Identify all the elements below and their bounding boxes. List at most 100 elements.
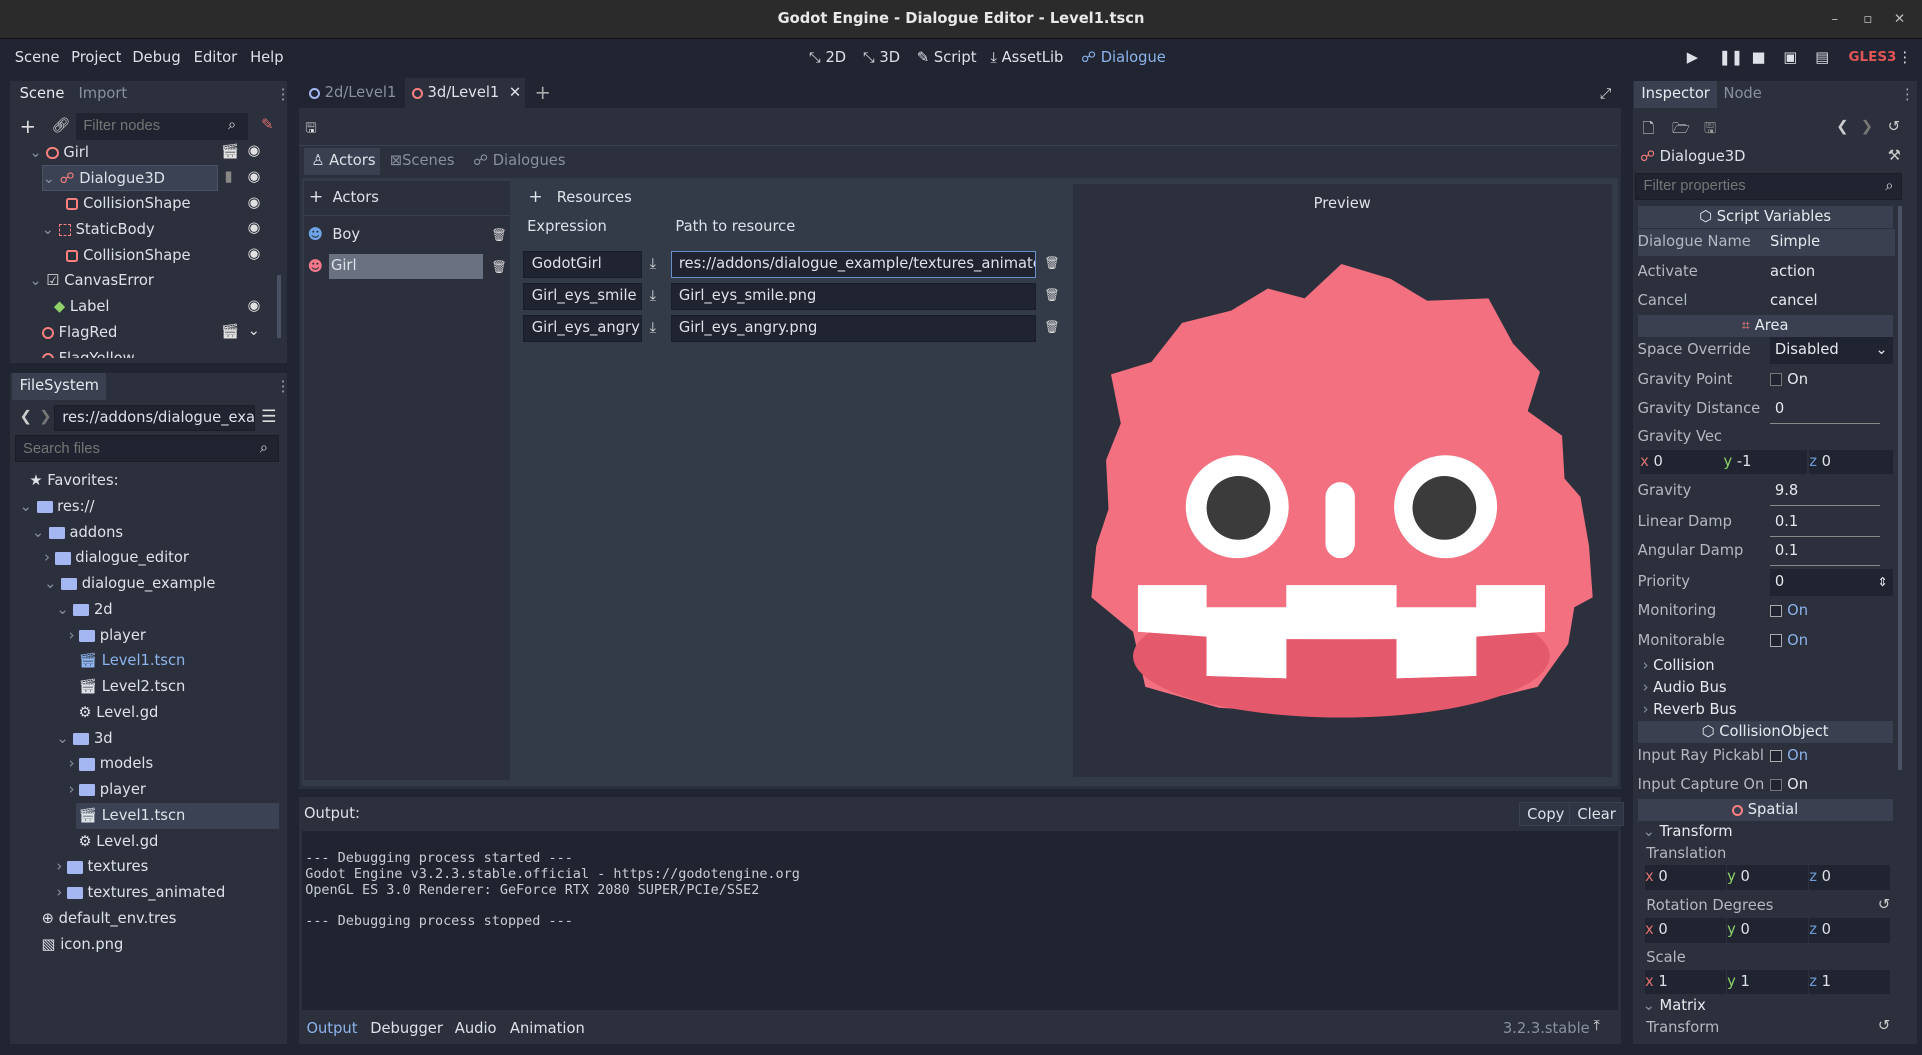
scale-y[interactable]: y 1 xyxy=(1727,969,1809,995)
open-scene-icon[interactable]: 🎬︎ xyxy=(221,322,240,340)
folder-textures-animated[interactable]: › textures_animated xyxy=(56,880,225,906)
delete-icon[interactable]: 🗑︎ xyxy=(1044,288,1060,302)
bottom-tab-animation[interactable]: Animation xyxy=(510,1020,585,1037)
delete-icon[interactable]: 🗑︎ xyxy=(492,228,508,242)
prop-linear-damp[interactable]: Linear Damp 0.1 xyxy=(1638,509,1895,537)
file-icon-png[interactable]: ▧ icon.png xyxy=(42,932,124,958)
prop-angular-damp[interactable]: Angular Damp 0.1 xyxy=(1638,538,1895,567)
spinner-icon[interactable]: ⇕ xyxy=(1877,569,1887,596)
close-window-icon[interactable]: ✕ xyxy=(1894,11,1905,27)
file-level1-2d[interactable]: 🎬︎ Level1.tscn xyxy=(78,648,185,674)
forward-icon[interactable]: ❯ xyxy=(39,408,51,425)
reset-icon[interactable]: ↺ xyxy=(1878,896,1890,913)
bottom-tab-debugger[interactable]: Debugger xyxy=(370,1020,443,1037)
prop-cancel[interactable]: Cancel cancel xyxy=(1638,288,1895,315)
workspace-script[interactable]: ✎ Script xyxy=(917,49,977,66)
stop-icon[interactable]: ■ xyxy=(1752,49,1766,66)
filter-nodes-input[interactable] xyxy=(75,112,248,140)
expression-field[interactable]: Girl_eys_angry xyxy=(523,315,643,342)
tab-scene[interactable]: Scene xyxy=(12,80,72,108)
add-tab-icon[interactable]: + xyxy=(534,81,550,104)
gravity-vec-x[interactable]: x 0 xyxy=(1640,449,1724,475)
chevron-down-icon[interactable]: ⌄ xyxy=(248,322,260,339)
expression-field[interactable]: GodotGirl xyxy=(523,251,643,279)
group-audio-bus[interactable]: › Audio Bus xyxy=(1643,679,1727,696)
gravity-vec-z[interactable]: z 0 xyxy=(1809,449,1893,475)
prop-dialogue-name[interactable]: Dialogue Name Simple xyxy=(1637,229,1896,257)
delete-icon[interactable]: 🗑︎ xyxy=(1044,320,1060,334)
add-actor-button[interactable]: + Actors xyxy=(309,186,379,208)
file-level1-3d[interactable]: 🎬︎ Level1.tscn xyxy=(75,802,280,829)
section-script-variables[interactable]: ⬡ Script Variables xyxy=(1637,205,1893,228)
tab-actors[interactable]: ♙ Actors xyxy=(303,148,380,176)
tree-node-label[interactable]: ◆ Label xyxy=(54,294,110,320)
actor-girl-name-input[interactable]: Girl xyxy=(328,253,483,280)
translation-y[interactable]: y 0 xyxy=(1727,865,1809,890)
tab-import[interactable]: Import xyxy=(71,81,134,108)
close-tab-icon[interactable]: ✕ xyxy=(509,84,521,101)
forward-icon[interactable]: ❯ xyxy=(1861,118,1873,135)
visibility-eye-icon[interactable]: ◉ xyxy=(248,142,261,159)
tree-node-flagred[interactable]: FlagRed xyxy=(41,320,117,346)
expression-field[interactable]: Girl_eys_smile xyxy=(523,283,643,311)
load-icon[interactable]: ⤓ xyxy=(650,319,657,336)
path-field[interactable]: Girl_eys_angry.png xyxy=(670,315,1036,342)
search-files-input[interactable] xyxy=(14,435,280,463)
visibility-eye-icon[interactable]: ◉ xyxy=(248,194,261,211)
tree-node-staticbody[interactable]: ⌄ StaticBody xyxy=(42,217,155,243)
checkbox-checked[interactable] xyxy=(1770,634,1783,647)
distraction-free-icon[interactable]: ⤢ xyxy=(1600,85,1612,102)
rotation-x[interactable]: x 0 xyxy=(1645,918,1726,943)
tab-3d-level1[interactable]: 3d/Level1 ✕ xyxy=(404,78,525,108)
script-attach-icon[interactable]: ✎ xyxy=(261,116,273,133)
delete-icon[interactable]: 🗑︎ xyxy=(492,260,508,274)
checkbox-checked[interactable] xyxy=(1770,749,1783,762)
scale-x[interactable]: x 1 xyxy=(1645,969,1726,995)
checkbox[interactable] xyxy=(1770,779,1783,792)
tree-node-flagyellow[interactable]: FlagYellow xyxy=(41,346,135,358)
scale-z[interactable]: z 1 xyxy=(1809,969,1891,995)
file-level-gd[interactable]: ⚙ Level.gd xyxy=(78,700,158,726)
add-resource-button[interactable]: + Resources xyxy=(528,186,631,208)
file-default-env[interactable]: ⊕ default_env.tres xyxy=(42,906,177,932)
tree-node-collisionshape[interactable]: CollisionShape xyxy=(66,191,191,217)
prop-input-capture[interactable]: Input Capture On On xyxy=(1638,772,1895,799)
path-field[interactable]: res://addons/dialogue_example/textures_a… xyxy=(670,251,1036,279)
tree-node-canvaserror[interactable]: ⌄ ☑ CanvasError xyxy=(29,268,154,294)
prop-activate[interactable]: Activate action xyxy=(1638,259,1895,286)
file-level-gd-3d[interactable]: ⚙ Level.gd xyxy=(78,829,158,855)
group-collision[interactable]: › Collision xyxy=(1643,657,1715,674)
filesystem-menu-icon[interactable]: ⋮ xyxy=(276,378,291,395)
bottom-tab-audio[interactable]: Audio xyxy=(455,1020,497,1037)
menu-scene[interactable]: Scene xyxy=(15,49,60,66)
maximize-icon[interactable]: ▫ xyxy=(1863,11,1872,27)
section-spatial[interactable]: Spatial xyxy=(1637,799,1893,822)
section-collision-object[interactable]: ⬡ CollisionObject xyxy=(1637,720,1893,743)
new-resource-icon[interactable]: 🗋︎ xyxy=(1643,118,1655,143)
visibility-eye-icon[interactable]: ◉ xyxy=(248,245,261,262)
translation-z[interactable]: z 0 xyxy=(1809,865,1891,890)
folder-res[interactable]: ⌄ res:// xyxy=(20,494,95,520)
prop-input-ray-pickable[interactable]: Input Ray Pickabl On xyxy=(1638,743,1895,770)
play-scene-icon[interactable]: ▣ xyxy=(1784,49,1798,66)
tree-node-collisionshape-2[interactable]: CollisionShape xyxy=(66,243,191,269)
clear-button[interactable]: Clear xyxy=(1569,801,1625,827)
open-folder-icon[interactable]: 🗁︎ xyxy=(1672,118,1690,143)
group-transform[interactable]: ⌄ Transform xyxy=(1643,823,1733,840)
folder-addons[interactable]: ⌄ addons xyxy=(32,520,123,546)
expand-panel-icon[interactable]: ⤒ xyxy=(1594,1017,1601,1034)
folder-dialogue-example[interactable]: ⌄ dialogue_example xyxy=(44,571,215,597)
load-icon[interactable]: ⤓ xyxy=(650,287,657,304)
rotation-y[interactable]: y 0 xyxy=(1727,918,1809,943)
minimize-icon[interactable]: – xyxy=(1831,11,1838,27)
renderer-select[interactable]: GLES3 xyxy=(1849,49,1897,65)
folder-dialogue-editor[interactable]: › dialogue_editor xyxy=(44,545,189,571)
actor-boy[interactable]: ☻ Boy xyxy=(308,223,504,248)
delete-icon[interactable]: 🗑︎ xyxy=(1044,256,1060,270)
group-reverb-bus[interactable]: › Reverb Bus xyxy=(1643,701,1737,718)
prop-space-override[interactable]: Space Override Disabled ⌄ xyxy=(1638,337,1895,365)
prop-monitorable[interactable]: Monitorable On xyxy=(1638,628,1895,655)
favorites-item[interactable]: ★ Favorites: xyxy=(29,468,118,494)
path-field[interactable]: Girl_eys_smile.png xyxy=(670,283,1036,311)
workspace-3d[interactable]: ⤡ 3D xyxy=(863,49,900,66)
